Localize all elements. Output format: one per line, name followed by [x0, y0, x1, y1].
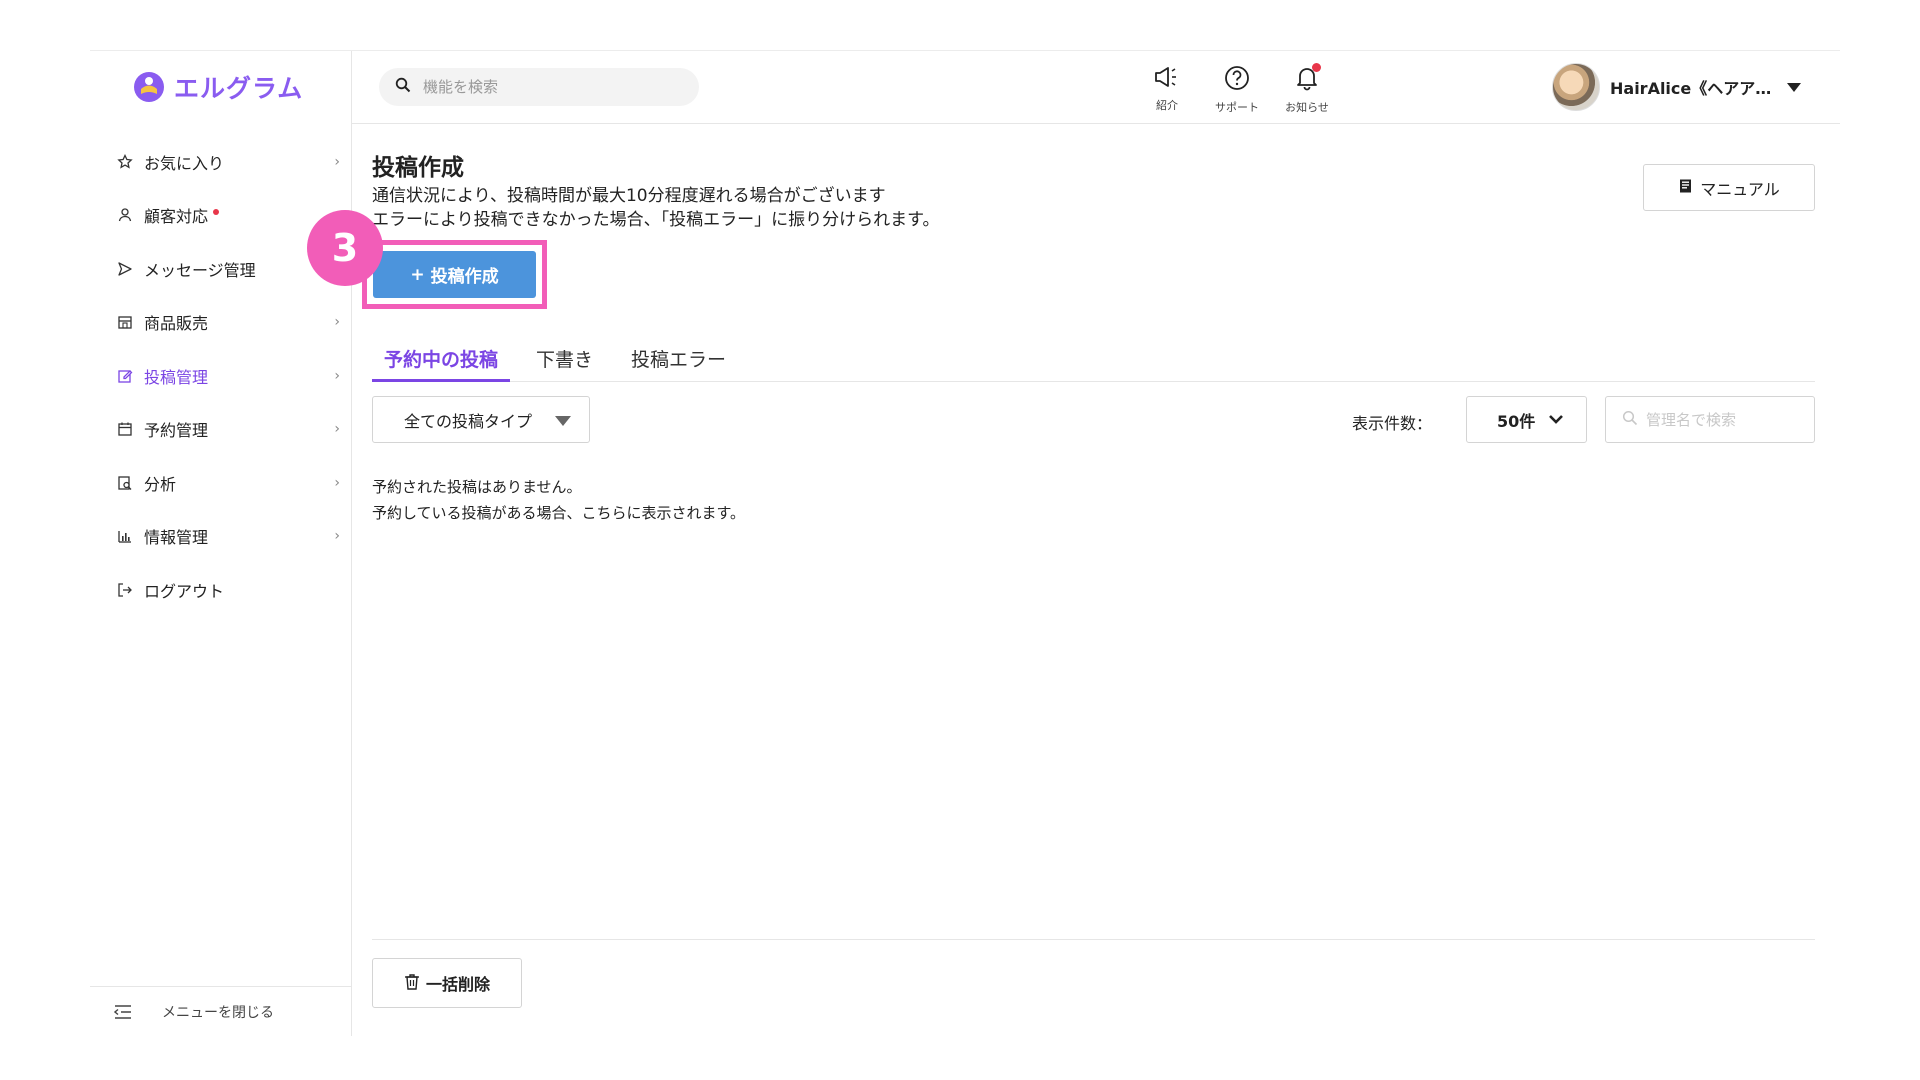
edit-icon	[116, 367, 134, 385]
support-button[interactable]: サポート	[1207, 65, 1267, 115]
star-icon	[116, 153, 134, 171]
empty-message: 予約された投稿はありません。	[372, 478, 582, 496]
sidebar-item-info[interactable]: 情報管理 ›	[90, 510, 352, 564]
sidebar-item-label: 情報管理	[144, 528, 209, 548]
post-type-value: 全ての投稿タイプ	[404, 411, 533, 431]
referral-button[interactable]: 紹介	[1137, 65, 1197, 113]
sidebar-item-favorites[interactable]: お気に入り ›	[90, 135, 352, 189]
megaphone-icon	[1153, 65, 1181, 93]
divider	[372, 939, 1815, 940]
page-description: 通信状況により、投稿時間が最大10分程度遅れる場合がございます エラーにより投稿…	[372, 184, 939, 232]
analysis-icon	[116, 474, 134, 492]
step-badge: 3	[307, 210, 383, 286]
sidebar-item-label: 商品販売	[144, 314, 209, 334]
bulk-delete-label: 一括削除	[425, 975, 490, 994]
sidebar-item-label: メッセージ管理	[144, 260, 256, 280]
sidebar-item-reservations[interactable]: 予約管理 ›	[90, 403, 352, 457]
page-title: 投稿作成	[372, 155, 464, 181]
triangle-down-icon	[555, 416, 571, 426]
person-icon	[116, 206, 134, 224]
description-line: エラーにより投稿できなかった場合、「投稿エラー」に振り分けられます。	[372, 210, 940, 230]
chevron-right-icon: ›	[334, 314, 340, 331]
logo-icon	[132, 70, 166, 104]
collapse-menu-label: メニューを閉じる	[162, 1004, 274, 1021]
bar-chart-icon	[116, 527, 134, 545]
tab-drafts[interactable]: 下書き	[524, 339, 605, 382]
sidebar-item-label: お気に入り	[144, 153, 225, 173]
help-icon	[1224, 65, 1250, 95]
main-content: 投稿作成 通信状況により、投稿時間が最大10分程度遅れる場合がございます エラー…	[307, 124, 1840, 1036]
highlight-frame: + 投稿作成	[362, 240, 547, 309]
search-input[interactable]	[423, 78, 663, 96]
management-name-search[interactable]	[1605, 396, 1815, 443]
sidebar-item-label: ログアウト	[144, 581, 225, 601]
user-name: HairAlice《ヘアア…	[1610, 79, 1772, 98]
search-icon	[395, 77, 411, 97]
notifications-label: お知らせ	[1285, 101, 1329, 114]
chevron-right-icon: ›	[334, 367, 340, 384]
referral-label: 紹介	[1156, 99, 1178, 112]
tab-errors[interactable]: 投稿エラー	[619, 339, 738, 382]
sidebar: エルグラム お気に入り › 顧客対応 メッセージ管理 商品販売 › 投稿管理 ›…	[90, 51, 352, 1036]
plus-icon: +	[410, 264, 425, 285]
search-icon	[1622, 410, 1638, 430]
management-search-input[interactable]	[1646, 410, 1806, 429]
description-line: 通信状況により、投稿時間が最大10分程度遅れる場合がございます	[372, 186, 886, 206]
trash-icon	[404, 973, 420, 994]
app-window: エルグラム お気に入り › 顧客対応 メッセージ管理 商品販売 › 投稿管理 ›…	[90, 50, 1840, 1036]
sidebar-item-label: 予約管理	[144, 421, 209, 441]
feature-search[interactable]	[379, 68, 699, 106]
create-post-label: 投稿作成	[430, 267, 499, 287]
sidebar-item-analysis[interactable]: 分析 ›	[90, 456, 352, 510]
page-size-value: 50件	[1497, 411, 1536, 431]
sidebar-item-logout[interactable]: ログアウト	[90, 563, 352, 617]
sidebar-item-sales[interactable]: 商品販売 ›	[90, 296, 352, 350]
user-menu[interactable]: HairAlice《ヘアア…	[1552, 62, 1802, 112]
empty-state: 予約された投稿はありません。 予約している投稿がある場合、こちらに表示されます。	[372, 474, 745, 526]
post-tabs: 予約中の投稿 下書き 投稿エラー	[372, 339, 1815, 382]
sidebar-nav: お気に入り › 顧客対応 メッセージ管理 商品販売 › 投稿管理 › 予約管理 …	[90, 135, 352, 617]
notification-dot	[213, 209, 220, 216]
collapse-menu-button[interactable]: メニューを閉じる	[90, 986, 352, 1036]
notifications-button[interactable]: お知らせ	[1277, 63, 1337, 115]
support-label: サポート	[1215, 101, 1259, 114]
calendar-icon	[116, 420, 134, 438]
chevron-right-icon: ›	[334, 474, 340, 491]
create-post-button[interactable]: + 投稿作成	[373, 251, 536, 298]
sidebar-item-label: 投稿管理	[144, 367, 209, 387]
sidebar-item-label: 顧客対応	[144, 207, 209, 227]
chevron-right-icon: ›	[334, 528, 340, 545]
logout-icon	[116, 581, 134, 599]
page-size-select[interactable]: 50件	[1466, 396, 1587, 443]
top-header: 紹介 サポート お知らせ HairAlice《ヘアア…	[352, 51, 1840, 124]
book-icon	[1678, 178, 1694, 198]
manual-label: マニュアル	[1700, 179, 1780, 199]
brand-logo[interactable]: エルグラム	[132, 69, 303, 105]
caret-down-icon	[1787, 82, 1802, 92]
send-icon	[116, 260, 134, 278]
menu-collapse-icon	[114, 1004, 132, 1019]
manual-button[interactable]: マニュアル	[1643, 164, 1815, 211]
chevron-down-icon	[1548, 409, 1564, 430]
store-icon	[116, 313, 134, 331]
page-size-label: 表示件数：	[1352, 414, 1433, 433]
tab-scheduled[interactable]: 予約中の投稿	[372, 339, 511, 382]
bulk-delete-button[interactable]: 一括削除	[372, 958, 522, 1008]
post-type-filter[interactable]: 全ての投稿タイプ	[372, 396, 590, 443]
notification-dot	[1312, 63, 1321, 72]
brand-name: エルグラム	[174, 74, 304, 103]
chevron-right-icon: ›	[334, 421, 340, 438]
avatar	[1552, 63, 1600, 111]
chevron-right-icon: ›	[334, 153, 340, 170]
sidebar-item-label: 分析	[144, 474, 177, 494]
empty-hint: 予約している投稿がある場合、こちらに表示されます。	[372, 504, 746, 522]
sidebar-item-posts[interactable]: 投稿管理 ›	[90, 349, 352, 403]
